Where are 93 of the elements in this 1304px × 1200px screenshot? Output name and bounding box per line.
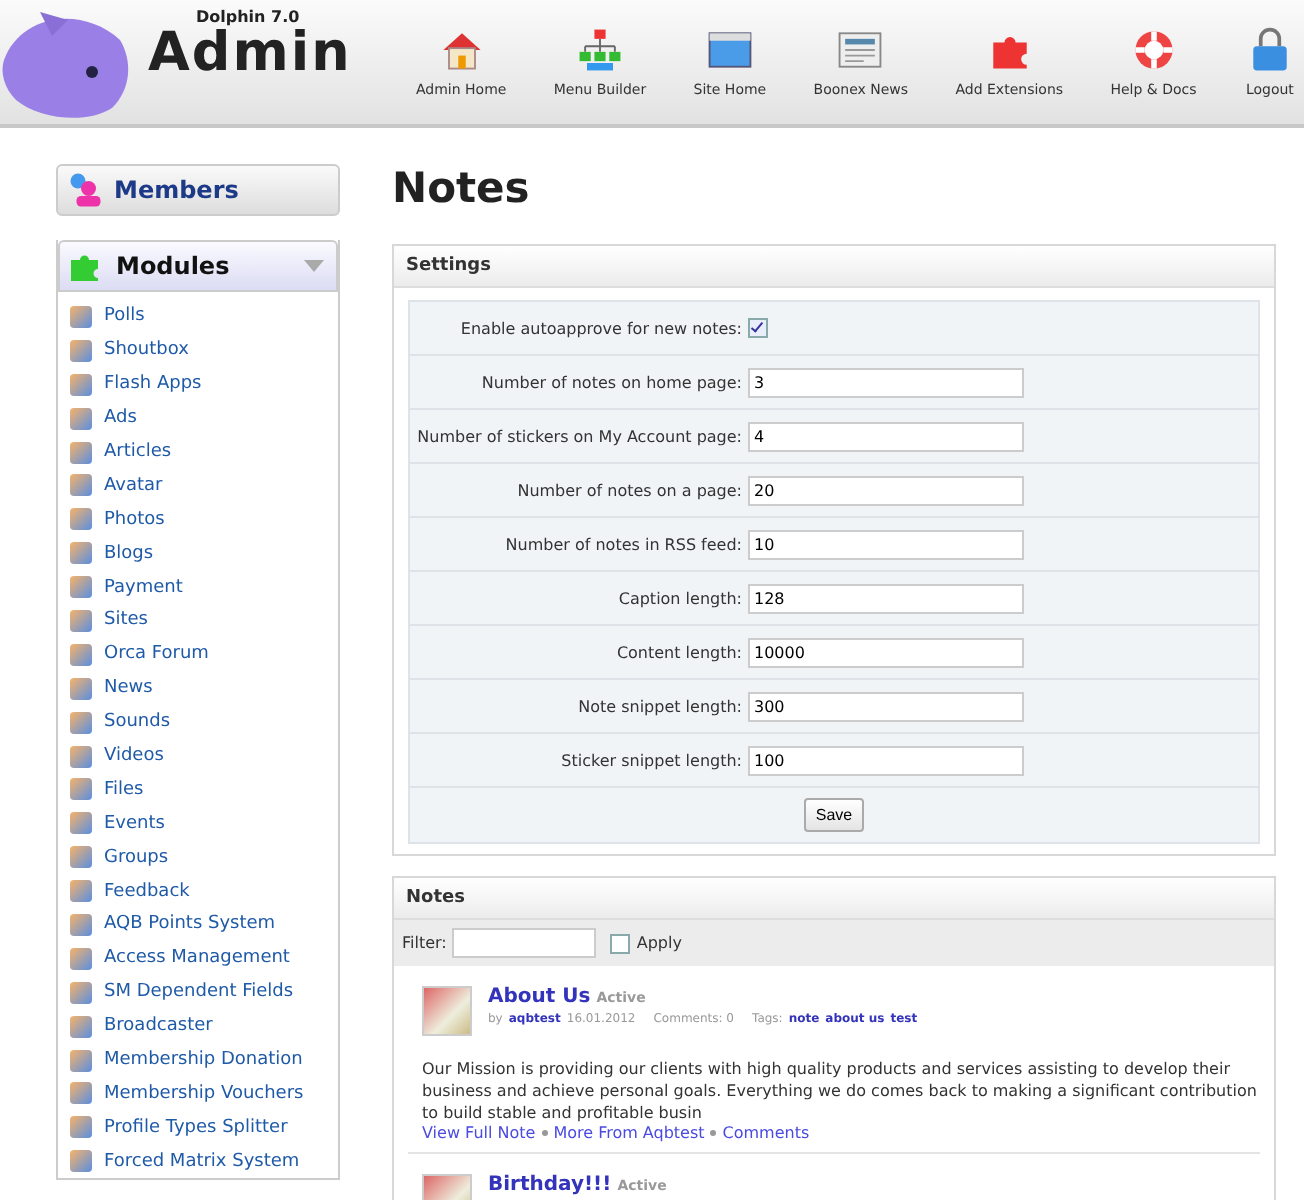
note-title-link[interactable]: About Us	[488, 986, 591, 1008]
separator-dot	[710, 1130, 717, 1136]
checkbox[interactable]	[610, 933, 631, 953]
module-icon	[70, 880, 92, 903]
modules-header[interactable]: Modules	[58, 240, 338, 292]
module-icon	[70, 643, 92, 666]
module-link[interactable]: Forced Matrix System	[70, 1144, 326, 1179]
filter-field[interactable]	[452, 928, 597, 958]
apply-label: Apply	[636, 934, 682, 952]
field-label: Number of notes in RSS feed:	[503, 535, 744, 553]
module-link[interactable]: Groups	[70, 840, 326, 875]
more-from-link[interactable]: More From Aqbtest	[553, 1124, 705, 1142]
module-icon	[70, 407, 92, 430]
module-link[interactable]: Polls	[70, 300, 326, 334]
panel-title: Notes	[394, 878, 1274, 920]
module-icon	[70, 913, 92, 936]
module-icon	[70, 542, 92, 565]
input-field[interactable]: 128	[748, 583, 1024, 613]
save-button[interactable]: Save	[803, 798, 865, 832]
logo-text: Admin	[148, 26, 354, 82]
field-label: Number of stickers on My Account page:	[415, 427, 744, 445]
field-label: Number of notes on a page:	[515, 481, 744, 499]
module-link[interactable]: Videos	[70, 739, 326, 773]
module-icon	[70, 609, 92, 632]
module-icon	[70, 474, 92, 497]
caret-icon[interactable]	[304, 260, 324, 272]
input-field[interactable]: 3	[748, 367, 1024, 397]
input-field[interactable]: 4	[748, 421, 1024, 451]
module-link[interactable]: Membership Donation	[70, 1043, 326, 1077]
module-icon	[70, 576, 92, 599]
module-icon	[70, 1082, 92, 1105]
module-icon	[70, 778, 92, 801]
module-link[interactable]: SM Dependent Fields	[70, 975, 326, 1010]
module-link[interactable]: Events	[70, 806, 326, 841]
view-full-link[interactable]: View Full Note	[422, 1124, 536, 1142]
module-icon	[70, 677, 92, 700]
separator-dot	[541, 1130, 548, 1136]
module-link[interactable]: Access Management	[70, 941, 326, 976]
module-icon	[70, 1049, 92, 1072]
module-link[interactable]: Broadcaster	[70, 1009, 326, 1044]
field-label: Sticker snippet length:	[559, 751, 744, 769]
module-link[interactable]: Flash Apps	[70, 367, 326, 402]
module-link[interactable]: Ads	[70, 401, 326, 436]
note-snippet: Our Mission is providing our clients with high quality products and services assisting to develop their business and achieve personal goals. Everything we do comes back to making a significant contribution to build stable and profitable busin	[422, 1058, 1259, 1124]
module-icon	[70, 441, 92, 463]
field-label: Number of notes on home page:	[479, 373, 744, 391]
module-link[interactable]: Profile Types Splitter	[70, 1110, 326, 1145]
module-link[interactable]: Avatar	[70, 468, 326, 503]
module-link[interactable]: AQB Points System	[70, 908, 326, 942]
input-field[interactable]: 10000	[748, 637, 1024, 667]
note-title-link[interactable]: Birthday!!!	[488, 1174, 612, 1196]
field-label: Note snippet length:	[576, 697, 744, 715]
page-title: Notes	[392, 164, 532, 212]
input-field[interactable]: 100	[748, 745, 1024, 775]
module-icon	[70, 508, 92, 531]
module-link[interactable]: Blogs	[70, 536, 326, 571]
module-icon	[70, 305, 92, 328]
module-link[interactable]: Sounds	[70, 705, 326, 740]
input-field[interactable]: 10	[748, 529, 1024, 559]
photo-placeholder	[422, 986, 472, 1036]
version-label: Dolphin 7.0	[196, 8, 302, 26]
comments-link[interactable]: Comments	[722, 1124, 810, 1142]
module-icon	[70, 812, 92, 835]
module-icon	[70, 947, 92, 970]
field-label: Caption length:	[616, 589, 744, 607]
module-link[interactable]: Payment	[70, 570, 326, 605]
field-label: Content length:	[614, 643, 744, 661]
module-icon	[70, 711, 92, 734]
input-field[interactable]: 300	[748, 691, 1024, 721]
people-icon	[66, 172, 102, 208]
module-link[interactable]: Sites	[70, 604, 326, 638]
module-link[interactable]: Feedback	[70, 874, 326, 909]
module-link[interactable]: News	[70, 671, 326, 706]
module-link[interactable]: Articles	[70, 435, 326, 469]
panel-title: Settings	[394, 246, 1274, 288]
module-link[interactable]: Files	[70, 772, 326, 807]
input-field[interactable]: 20	[748, 475, 1024, 505]
members-header[interactable]: Members	[56, 164, 340, 216]
module-link[interactable]: Photos	[70, 502, 326, 537]
module-link[interactable]: Orca Forum	[70, 637, 326, 672]
module-icon	[70, 981, 92, 1004]
checkbox[interactable]	[748, 318, 768, 338]
module-icon	[70, 1116, 92, 1139]
module-link[interactable]: Shoutbox	[70, 333, 326, 368]
field-label: Enable autoapprove for new notes:	[458, 319, 744, 337]
module-icon	[70, 1150, 92, 1173]
filter-label: Filter:	[402, 934, 447, 952]
module-icon	[70, 846, 92, 869]
module-icon	[70, 745, 92, 768]
module-link[interactable]: Membership Vouchers	[70, 1076, 326, 1111]
module-icon	[70, 373, 92, 396]
module-icon	[70, 1015, 92, 1038]
module-icon	[70, 339, 92, 362]
